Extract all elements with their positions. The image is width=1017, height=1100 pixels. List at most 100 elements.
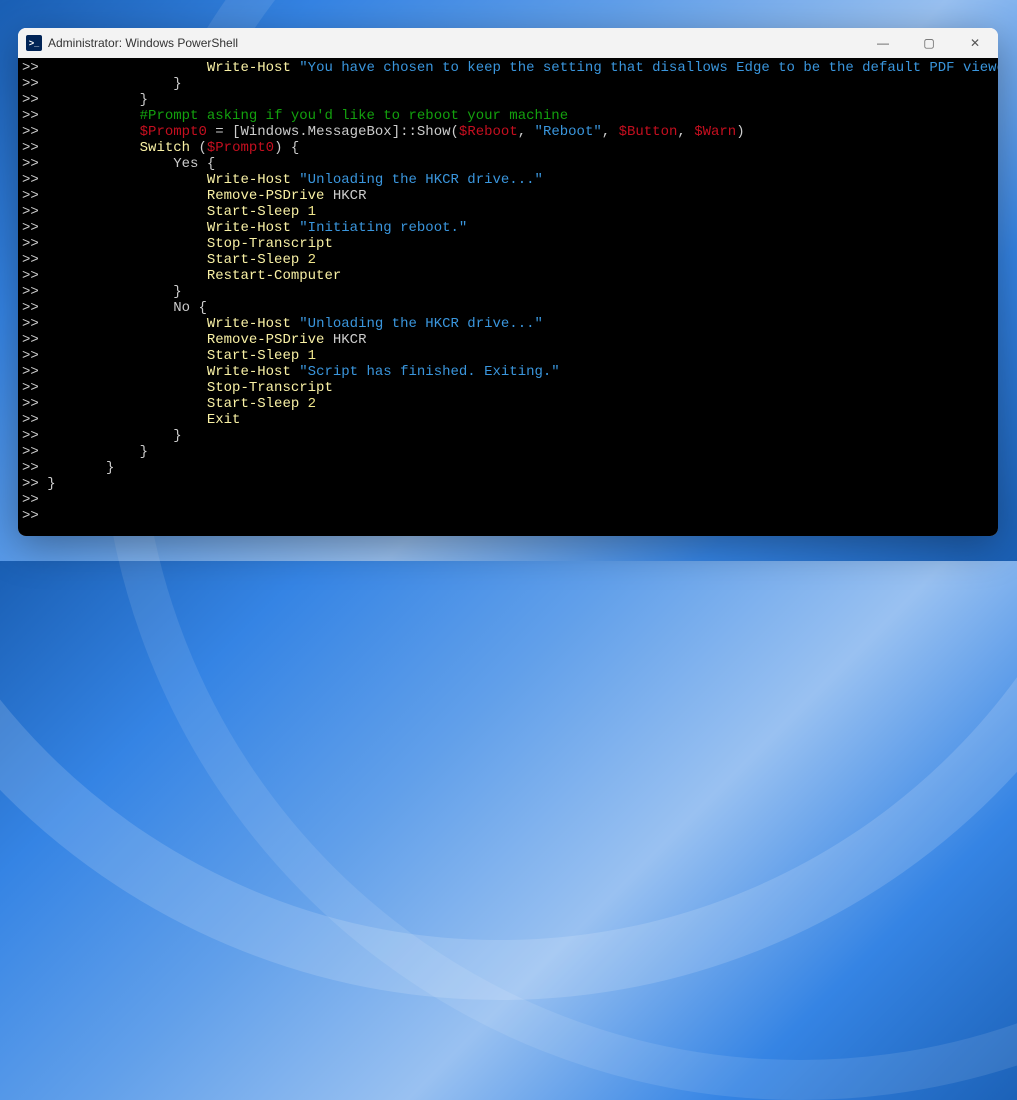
code-segment: } xyxy=(173,428,181,444)
terminal-line: >> Start-Sleep 2 xyxy=(22,396,994,412)
code-segment: Write-Host xyxy=(207,172,299,188)
powershell-window: >_ Administrator: Windows PowerShell — ▢… xyxy=(18,28,998,536)
code-segment: "Initiating reboot." xyxy=(299,220,467,236)
terminal-line: >> } xyxy=(22,428,994,444)
code-segment: , xyxy=(518,124,535,140)
terminal-line: >> Write-Host "Initiating reboot." xyxy=(22,220,994,236)
code-segment: } xyxy=(47,476,55,492)
prompt-marker: >> xyxy=(22,444,39,460)
code-segment: 2 xyxy=(308,396,316,412)
terminal-line: >> xyxy=(22,492,994,508)
prompt-marker: >> xyxy=(22,396,39,412)
prompt-marker: >> xyxy=(22,300,39,316)
code-segment: Stop-Transcript xyxy=(207,236,333,252)
code-segment: } xyxy=(173,76,181,92)
code-segment: "Script has finished. Exiting." xyxy=(299,364,559,380)
terminal-line: >> Yes { xyxy=(22,156,994,172)
code-segment: #Prompt asking if you'd like to reboot y… xyxy=(140,108,568,124)
prompt-marker: >> xyxy=(22,236,39,252)
code-segment: Stop-Transcript xyxy=(207,380,333,396)
terminal-line: >> Stop-Transcript xyxy=(22,380,994,396)
terminal-line: >> #Prompt asking if you'd like to reboo… xyxy=(22,108,994,124)
prompt-marker: >> xyxy=(22,172,39,188)
prompt-marker: >> xyxy=(22,156,39,172)
code-segment: , xyxy=(602,124,619,140)
prompt-marker: >> xyxy=(22,428,39,444)
code-segment: } xyxy=(140,92,148,108)
terminal-line: >> Remove-PSDrive HKCR xyxy=(22,332,994,348)
code-segment: Remove-PSDrive xyxy=(207,332,325,348)
code-segment: Write-Host xyxy=(207,364,299,380)
terminal-line: >> No { xyxy=(22,300,994,316)
code-segment: "You have chosen to keep the setting tha… xyxy=(299,60,998,76)
terminal-line: >> Restart-Computer xyxy=(22,268,994,284)
code-segment: Write-Host xyxy=(207,316,299,332)
code-segment: Exit xyxy=(207,412,241,428)
code-segment: $Reboot xyxy=(459,124,518,140)
code-segment: ]::Show( xyxy=(392,124,459,140)
code-segment: Remove-PSDrive xyxy=(207,188,325,204)
prompt-marker: >> xyxy=(22,76,39,92)
terminal-line: >> Remove-PSDrive HKCR xyxy=(22,188,994,204)
prompt-marker: >> xyxy=(22,268,39,284)
prompt-marker: >> xyxy=(22,188,39,204)
terminal-line: >> } xyxy=(22,284,994,300)
prompt-marker: >> xyxy=(22,124,39,140)
terminal-output[interactable]: >> Write-Host "You have chosen to keep t… xyxy=(18,58,998,536)
prompt-marker: >> xyxy=(22,204,39,220)
code-segment: Restart-Computer xyxy=(207,268,341,284)
code-segment: "Unloading the HKCR drive..." xyxy=(299,316,543,332)
prompt-marker: >> xyxy=(22,252,39,268)
terminal-line: >> Write-Host "Unloading the HKCR drive.… xyxy=(22,316,994,332)
terminal-line: >> Exit xyxy=(22,412,994,428)
close-button[interactable]: ✕ xyxy=(952,28,998,58)
code-segment: ( xyxy=(190,140,207,156)
minimize-button[interactable]: — xyxy=(860,28,906,58)
prompt-marker: >> xyxy=(22,492,39,508)
terminal-line: >> Start-Sleep 2 xyxy=(22,252,994,268)
code-segment: Start-Sleep xyxy=(207,204,308,220)
terminal-line: >> xyxy=(22,508,994,524)
terminal-line: >> } xyxy=(22,92,994,108)
prompt-marker: >> xyxy=(22,460,39,476)
code-segment: 2 xyxy=(308,252,316,268)
terminal-line: >> Stop-Transcript xyxy=(22,236,994,252)
code-segment: Write-Host xyxy=(207,60,299,76)
terminal-line: >> Write-Host "You have chosen to keep t… xyxy=(22,60,994,76)
code-segment: Write-Host xyxy=(207,220,299,236)
code-segment: Switch xyxy=(140,140,190,156)
window-title: Administrator: Windows PowerShell xyxy=(48,36,238,50)
code-segment: $Warn xyxy=(694,124,736,140)
titlebar[interactable]: >_ Administrator: Windows PowerShell — ▢… xyxy=(18,28,998,58)
terminal-line: >> $Prompt0 = [Windows.MessageBox]::Show… xyxy=(22,124,994,140)
code-segment: "Unloading the HKCR drive..." xyxy=(299,172,543,188)
terminal-line: >> Write-Host "Script has finished. Exit… xyxy=(22,364,994,380)
terminal-line: >> } xyxy=(22,476,994,492)
code-segment: Yes { xyxy=(173,156,215,172)
code-segment: "Reboot" xyxy=(535,124,602,140)
code-segment: = [ xyxy=(207,124,241,140)
maximize-button[interactable]: ▢ xyxy=(906,28,952,58)
prompt-marker: >> xyxy=(22,412,39,428)
prompt-marker: >> xyxy=(22,316,39,332)
code-segment: HKCR xyxy=(324,188,366,204)
terminal-line: >> } xyxy=(22,460,994,476)
code-segment: Start-Sleep xyxy=(207,348,308,364)
prompt-marker: >> xyxy=(22,284,39,300)
prompt-marker: >> xyxy=(22,508,39,524)
prompt-marker: >> xyxy=(22,380,39,396)
terminal-line: >> } xyxy=(22,444,994,460)
code-segment: 1 xyxy=(308,348,316,364)
prompt-marker: >> xyxy=(22,92,39,108)
code-segment: HKCR xyxy=(324,332,366,348)
prompt-marker: >> xyxy=(22,108,39,124)
code-segment: } xyxy=(140,444,148,460)
prompt-marker: >> xyxy=(22,364,39,380)
code-segment: 1 xyxy=(308,204,316,220)
terminal-line: >> } xyxy=(22,76,994,92)
code-segment: Windows.MessageBox xyxy=(240,124,391,140)
code-segment: ) xyxy=(736,124,744,140)
code-segment: , xyxy=(677,124,694,140)
prompt-marker: >> xyxy=(22,140,39,156)
prompt-marker: >> xyxy=(22,348,39,364)
